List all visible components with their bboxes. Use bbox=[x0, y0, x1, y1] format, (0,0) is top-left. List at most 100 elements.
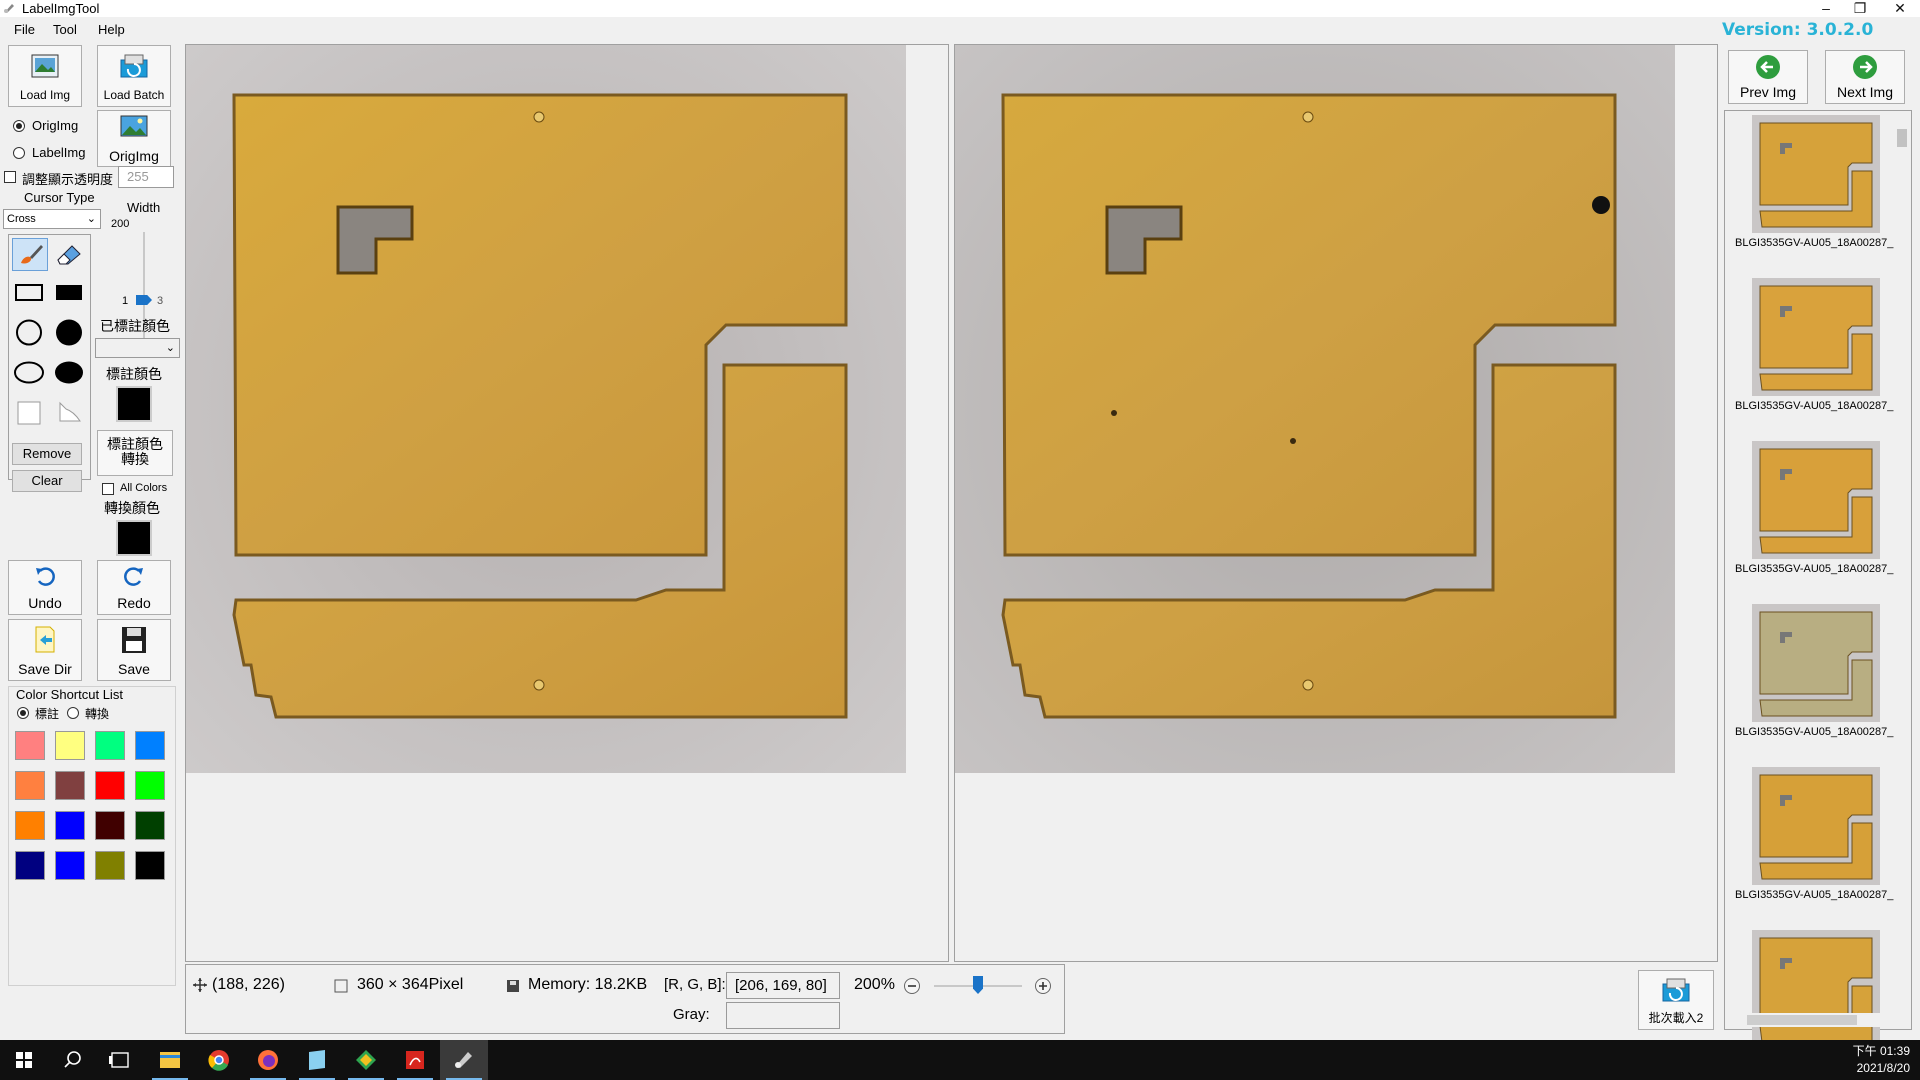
width-slider-thumb[interactable] bbox=[136, 295, 152, 305]
lasso-tool[interactable] bbox=[52, 397, 88, 430]
clear-button[interactable]: Clear bbox=[12, 470, 82, 492]
color-swatch[interactable] bbox=[55, 771, 85, 800]
status-panel: (188, 226) 360 × 364Pixel Memory: 18.2KB… bbox=[185, 964, 1065, 1034]
taskbar-chrome[interactable] bbox=[195, 1040, 243, 1080]
filled-circle-tool[interactable] bbox=[52, 317, 88, 350]
remove-button[interactable]: Remove bbox=[12, 443, 82, 465]
close-button[interactable]: ✕ bbox=[1880, 0, 1920, 17]
batch-load-button[interactable]: 批次載入2 bbox=[1638, 970, 1714, 1030]
opacity-spinbox[interactable]: 255 bbox=[118, 166, 174, 188]
label-canvas[interactable] bbox=[954, 44, 1718, 962]
all-colors-label: All Colors bbox=[120, 482, 168, 494]
all-colors-checkbox[interactable] bbox=[102, 483, 114, 495]
thumbnail-caption: BLGI3535GV-AU05_18A00287_ bbox=[1735, 889, 1894, 901]
load-batch-label: Load Batch bbox=[103, 88, 165, 102]
convert-label-color-button[interactable]: 標註顏色 轉換 bbox=[97, 430, 173, 476]
taskbar-notepad[interactable] bbox=[293, 1040, 341, 1080]
color-swatch[interactable] bbox=[15, 731, 45, 760]
convert-color-label: 轉換顏色 bbox=[104, 500, 160, 516]
taskbar-labelimg[interactable] bbox=[440, 1040, 488, 1080]
version-label: Version: 3.0.2.0 bbox=[1722, 20, 1874, 40]
filled-ellipse-tool[interactable] bbox=[52, 357, 88, 390]
color-swatch[interactable] bbox=[15, 851, 45, 880]
undo-icon bbox=[36, 567, 55, 586]
filled-rect-tool[interactable] bbox=[52, 277, 88, 310]
menu-file[interactable]: File bbox=[14, 22, 35, 37]
hscrollbar-thumb[interactable] bbox=[1747, 1015, 1857, 1025]
ellipse-tool[interactable] bbox=[12, 357, 48, 390]
taskbar-acrobat[interactable] bbox=[391, 1040, 439, 1080]
memory-usage: Memory: 18.2KB bbox=[528, 976, 648, 993]
color-swatch[interactable] bbox=[95, 851, 125, 880]
shortcut-convert-radio[interactable] bbox=[67, 707, 79, 719]
prev-img-label: Prev Img bbox=[1739, 84, 1796, 100]
thumbnail-list[interactable]: BLGI3535GV-AU05_18A00287_ BLGI3535GV-AU05… bbox=[1724, 110, 1912, 1048]
origimg-button[interactable]: OrigImg bbox=[97, 110, 171, 167]
color-swatch[interactable] bbox=[135, 851, 165, 880]
system-clock[interactable]: 下午 01:39 2021/8/20 bbox=[1853, 1043, 1910, 1077]
restore-button[interactable]: ❐ bbox=[1840, 0, 1880, 17]
color-swatch[interactable] bbox=[135, 731, 165, 760]
memory-icon bbox=[507, 980, 519, 992]
search-icon bbox=[64, 1051, 81, 1068]
thumbnail-image[interactable] bbox=[1752, 115, 1880, 233]
thumbnail-image[interactable] bbox=[1752, 767, 1880, 885]
thumbnail-image[interactable] bbox=[1752, 930, 1880, 1048]
label-color-swatch[interactable] bbox=[116, 386, 152, 422]
color-swatch[interactable] bbox=[95, 771, 125, 800]
color-swatch[interactable] bbox=[95, 811, 125, 840]
rect-tool[interactable] bbox=[12, 277, 48, 310]
thumbnail-scrollbar[interactable] bbox=[1895, 113, 1909, 1013]
task-view-button[interactable] bbox=[96, 1040, 144, 1080]
polygon-tool[interactable] bbox=[12, 397, 48, 430]
zoom-level: 200% bbox=[854, 976, 895, 993]
menu-tool[interactable]: Tool bbox=[53, 22, 77, 37]
shortcut-label-radio[interactable] bbox=[17, 707, 29, 719]
convert-color-swatch[interactable] bbox=[116, 520, 152, 556]
save-dir-button[interactable]: Save Dir bbox=[8, 619, 82, 681]
origimg-radio[interactable] bbox=[13, 120, 25, 132]
search-button[interactable] bbox=[48, 1040, 96, 1080]
scrollbar-thumb[interactable] bbox=[1897, 129, 1907, 147]
color-swatch[interactable] bbox=[55, 731, 85, 760]
color-swatch[interactable] bbox=[55, 811, 85, 840]
taskbar-firefox[interactable] bbox=[244, 1040, 292, 1080]
cursor-type-select[interactable]: Cross ⌄ bbox=[3, 209, 101, 229]
prev-img-button[interactable]: Prev Img bbox=[1728, 50, 1808, 104]
load-img-button[interactable]: Load Img bbox=[8, 45, 82, 107]
menu-help[interactable]: Help bbox=[98, 22, 125, 37]
labelimg-radio[interactable] bbox=[13, 147, 25, 159]
circle-tool[interactable] bbox=[12, 317, 48, 350]
eraser-tool[interactable] bbox=[52, 238, 88, 271]
color-swatch[interactable] bbox=[135, 811, 165, 840]
undo-button[interactable]: Undo bbox=[8, 560, 82, 615]
thumbnail-image[interactable] bbox=[1752, 604, 1880, 722]
labeled-color-select[interactable]: ⌄ bbox=[95, 338, 180, 358]
color-swatch[interactable] bbox=[15, 771, 45, 800]
thumbnail-image[interactable] bbox=[1752, 441, 1880, 559]
brush-tool[interactable] bbox=[12, 238, 48, 271]
orig-canvas[interactable] bbox=[185, 44, 949, 962]
color-swatch[interactable] bbox=[95, 731, 125, 760]
load-batch-button[interactable]: Load Batch bbox=[97, 45, 171, 107]
taskbar-explorer[interactable] bbox=[146, 1040, 194, 1080]
next-img-button[interactable]: Next Img bbox=[1825, 50, 1905, 104]
color-swatch[interactable] bbox=[15, 811, 45, 840]
thumbnail-image[interactable] bbox=[1752, 278, 1880, 396]
zoom-out-icon[interactable] bbox=[903, 977, 921, 995]
eraser-icon bbox=[57, 245, 81, 265]
zoom-in-icon[interactable] bbox=[1034, 977, 1052, 995]
notepad-icon bbox=[309, 1050, 325, 1070]
color-swatch[interactable] bbox=[135, 771, 165, 800]
start-button[interactable] bbox=[0, 1040, 48, 1080]
save-dir-icon bbox=[35, 626, 55, 653]
save-button[interactable]: Save bbox=[97, 619, 171, 681]
redo-button[interactable]: Redo bbox=[97, 560, 171, 615]
chrome-icon bbox=[208, 1050, 229, 1071]
next-img-label: Next Img bbox=[1836, 84, 1893, 100]
thumbnail-hscrollbar[interactable] bbox=[1733, 1013, 1883, 1027]
taskbar-git[interactable] bbox=[342, 1040, 390, 1080]
zoom-slider-thumb[interactable] bbox=[973, 976, 983, 994]
color-swatch[interactable] bbox=[55, 851, 85, 880]
opacity-checkbox[interactable] bbox=[4, 171, 16, 183]
